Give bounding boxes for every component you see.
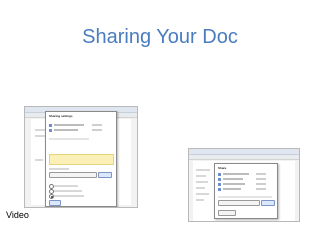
divider [49,138,89,140]
screenshot-sharing-settings: Sharing settings [24,106,138,208]
doc-line [35,135,45,137]
doc-line [196,199,204,201]
permission-text [54,129,78,131]
permission-select[interactable] [92,129,102,131]
collaborator-text [223,173,249,175]
user-icon [49,124,52,127]
editor-toolbar [189,155,299,160]
divider [218,196,272,198]
done-button[interactable] [49,200,61,206]
role-select[interactable] [256,183,266,185]
doc-line [196,193,209,195]
user-icon [218,188,221,191]
dialog-title: Share [218,166,227,170]
user-icon [218,183,221,186]
done-button[interactable] [218,210,236,216]
role-select[interactable] [256,173,266,175]
invite-input[interactable] [218,200,260,206]
user-icon [49,129,52,132]
notice-banner [49,154,114,165]
permission-text [54,124,84,126]
screenshot-share-dialog: Share [188,148,300,222]
role-select[interactable] [256,188,266,190]
video-caption: Video [6,210,29,220]
user-icon [218,173,221,176]
slide: Sharing Your Doc Sharing settings Share … [0,0,320,240]
share-button[interactable] [98,172,112,178]
sharing-settings-dialog: Sharing settings [45,111,117,207]
collaborator-text [223,188,241,190]
option-label [54,190,82,192]
doc-line [196,187,205,189]
user-icon [218,178,221,181]
option-label [54,195,84,197]
dialog-title: Sharing settings [49,114,73,118]
doc-line [196,169,210,171]
share-dialog: Share [214,163,278,219]
doc-line [35,159,43,161]
collaborator-text [223,183,245,185]
role-select[interactable] [256,178,266,180]
option-label [54,185,78,187]
doc-line [196,175,206,177]
send-button[interactable] [261,200,275,206]
permission-select[interactable] [92,124,102,126]
add-people-label [49,168,69,170]
doc-line [196,181,208,183]
collaborator-text [223,178,243,180]
slide-title: Sharing Your Doc [82,26,238,48]
add-people-input[interactable] [49,172,97,178]
